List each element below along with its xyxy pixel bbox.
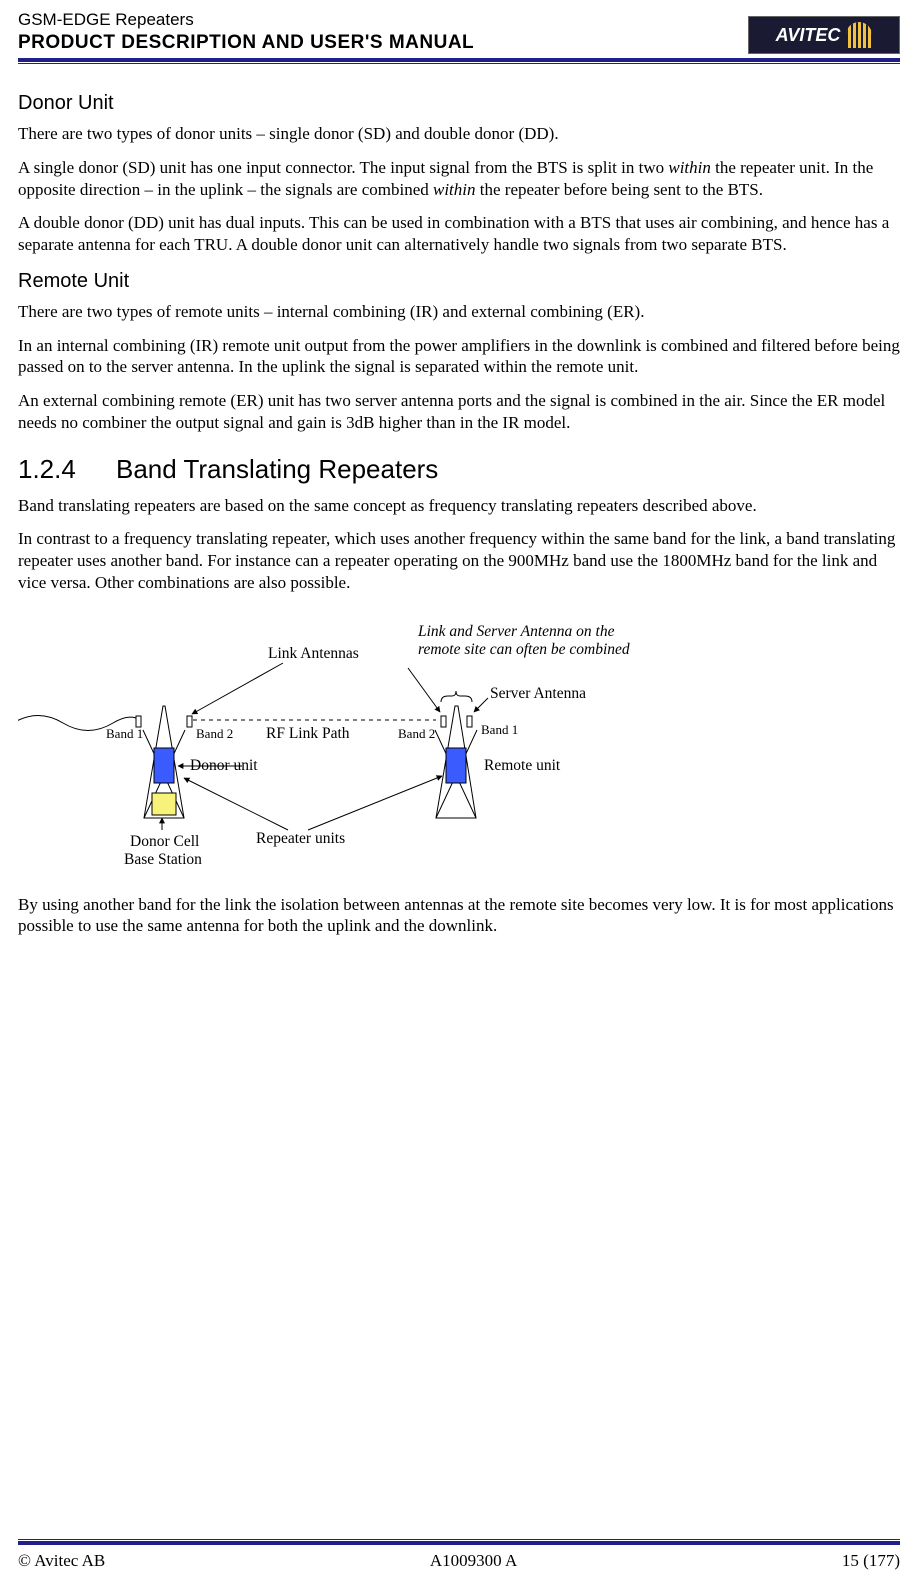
footer-rule-thin <box>18 1539 900 1540</box>
arrow-link-right <box>408 668 440 712</box>
logo-text: AVITEC <box>776 25 841 46</box>
label-rf-link-path: RF Link Path <box>266 725 350 742</box>
footer-rule-thick <box>18 1541 900 1545</box>
label-repeater-units: Repeater units <box>256 830 345 847</box>
doc-subtitle: PRODUCT DESCRIPTION AND USER'S MANUAL <box>18 32 474 54</box>
label-remote-unit: Remote unit <box>484 757 561 774</box>
heading-number: 1.2.4 <box>18 454 116 485</box>
label-link-antennas: Link Antennas <box>268 645 359 662</box>
heading-donor-unit: Donor Unit <box>18 92 900 115</box>
band-p1: Band translating repeaters are based on … <box>18 495 900 517</box>
band-p2: In contrast to a frequency translating r… <box>18 528 900 593</box>
donor-p2-em2: within <box>433 180 476 199</box>
label-band1-left: Band 1 <box>106 726 143 741</box>
label-server-antenna: Server Antenna <box>490 685 586 702</box>
label-donor-cell-l1: Donor Cell <box>130 833 199 850</box>
avitec-logo: AVITEC <box>748 16 900 54</box>
footer-right: 15 (177) <box>842 1551 900 1571</box>
donor-p2: A single donor (SD) unit has one input c… <box>18 157 900 201</box>
heading-text: Band Translating Repeaters <box>116 454 438 484</box>
label-band1-right: Band 1 <box>481 722 518 737</box>
donor-p2c: the repeater before being sent to the BT… <box>476 180 763 199</box>
heading-band-translating: 1.2.4Band Translating Repeaters <box>18 454 900 485</box>
header-left: GSM-EDGE Repeaters PRODUCT DESCRIPTION A… <box>18 10 474 54</box>
footer-left: © Avitec AB <box>18 1551 105 1571</box>
note-line1: Link and Server Antenna on the <box>417 623 615 640</box>
label-band2-left: Band 2 <box>196 726 233 741</box>
label-band2-right: Band 2 <box>398 726 435 741</box>
arrow-repeater-left <box>184 778 288 830</box>
arrow-server <box>474 698 488 712</box>
band-translating-diagram: Link and Server Antenna on the remote si… <box>18 618 900 878</box>
arrow-link-left <box>192 663 283 714</box>
note-line2: remote site can often be combined <box>418 641 630 658</box>
remote-tower-icon <box>435 706 477 818</box>
header-rule-thick <box>18 58 900 62</box>
label-donor-cell-l2: Base Station <box>124 851 202 868</box>
label-donor-unit: Donor unit <box>190 757 258 774</box>
donor-p2a: A single donor (SD) unit has one input c… <box>18 158 668 177</box>
donor-tower-icon <box>136 706 192 818</box>
header-rule-thin <box>18 63 900 64</box>
page-footer: © Avitec AB A1009300 A 15 (177) <box>18 1538 900 1571</box>
page-header: GSM-EDGE Repeaters PRODUCT DESCRIPTION A… <box>18 10 900 54</box>
footer-center: A1009300 A <box>430 1551 517 1571</box>
remote-p3: An external combining remote (ER) unit h… <box>18 390 900 434</box>
donor-p2-em1: within <box>668 158 711 177</box>
arrow-repeater-right <box>308 776 442 830</box>
donor-p1: There are two types of donor units – sin… <box>18 123 900 145</box>
brace-icon <box>441 691 472 702</box>
logo-sun-icon <box>846 22 872 48</box>
doc-title: GSM-EDGE Repeaters <box>18 10 474 30</box>
heading-remote-unit: Remote Unit <box>18 270 900 293</box>
remote-p1: There are two types of remote units – in… <box>18 301 900 323</box>
remote-p2: In an internal combining (IR) remote uni… <box>18 335 900 379</box>
band-p3: By using another band for the link the i… <box>18 894 900 938</box>
donor-p3: A double donor (DD) unit has dual inputs… <box>18 212 900 256</box>
